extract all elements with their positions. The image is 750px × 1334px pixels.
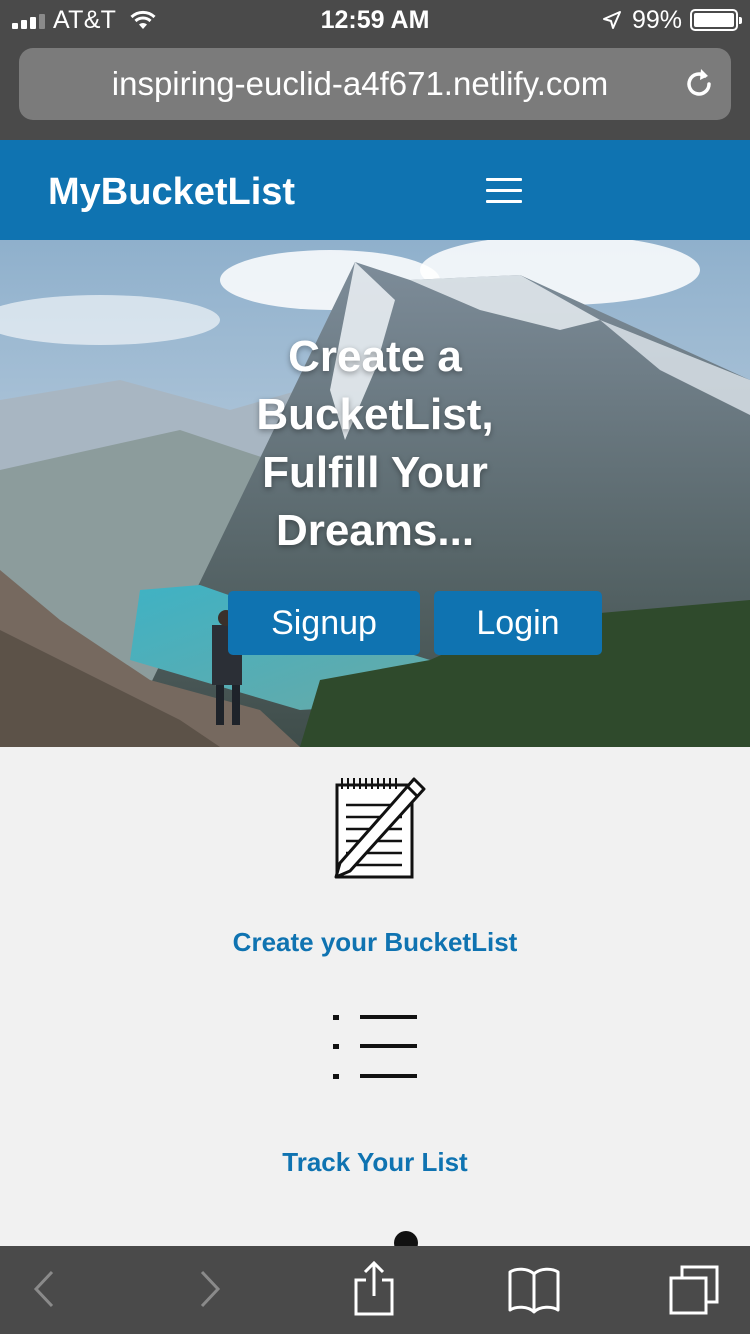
brand-logo[interactable]: MyBucketList	[48, 140, 295, 244]
browser-address-area: inspiring-euclid-a4f671.netlify.com	[0, 40, 750, 140]
battery-icon	[690, 9, 742, 31]
hamburger-menu-icon[interactable]	[486, 178, 522, 204]
site-navbar: MyBucketList	[0, 140, 750, 240]
login-button[interactable]: Login	[434, 591, 602, 655]
reload-icon[interactable]	[681, 66, 717, 102]
feature-title-create: Create your BucketList	[232, 927, 518, 957]
share-icon[interactable]	[352, 1260, 396, 1316]
signup-button[interactable]: Signup	[228, 591, 420, 655]
location-arrow-icon	[602, 11, 621, 29]
status-bar: AT&T 12:59 AM 99%	[0, 0, 750, 40]
hero-title: Create a BucketList, Fulfill Your Dreams…	[256, 332, 494, 555]
bookmarks-icon[interactable]	[508, 1264, 560, 1314]
browser-toolbar	[0, 1246, 750, 1334]
feature-title-track: Track Your List	[282, 1147, 468, 1177]
battery-percentage: 99%	[631, 5, 682, 34]
features-section: Create your BucketList Track Your List	[0, 747, 750, 1255]
forward-arrow-icon[interactable]	[198, 1264, 224, 1314]
back-arrow-icon[interactable]	[30, 1264, 56, 1314]
list-icon	[333, 1015, 417, 1079]
hero-section: Create a BucketList, Fulfill Your Dreams…	[0, 240, 750, 747]
tabs-icon[interactable]	[668, 1264, 720, 1316]
url-text[interactable]: inspiring-euclid-a4f671.netlify.com	[19, 48, 671, 120]
notepad-pen-icon	[334, 777, 426, 879]
address-bar[interactable]: inspiring-euclid-a4f671.netlify.com	[19, 48, 731, 120]
